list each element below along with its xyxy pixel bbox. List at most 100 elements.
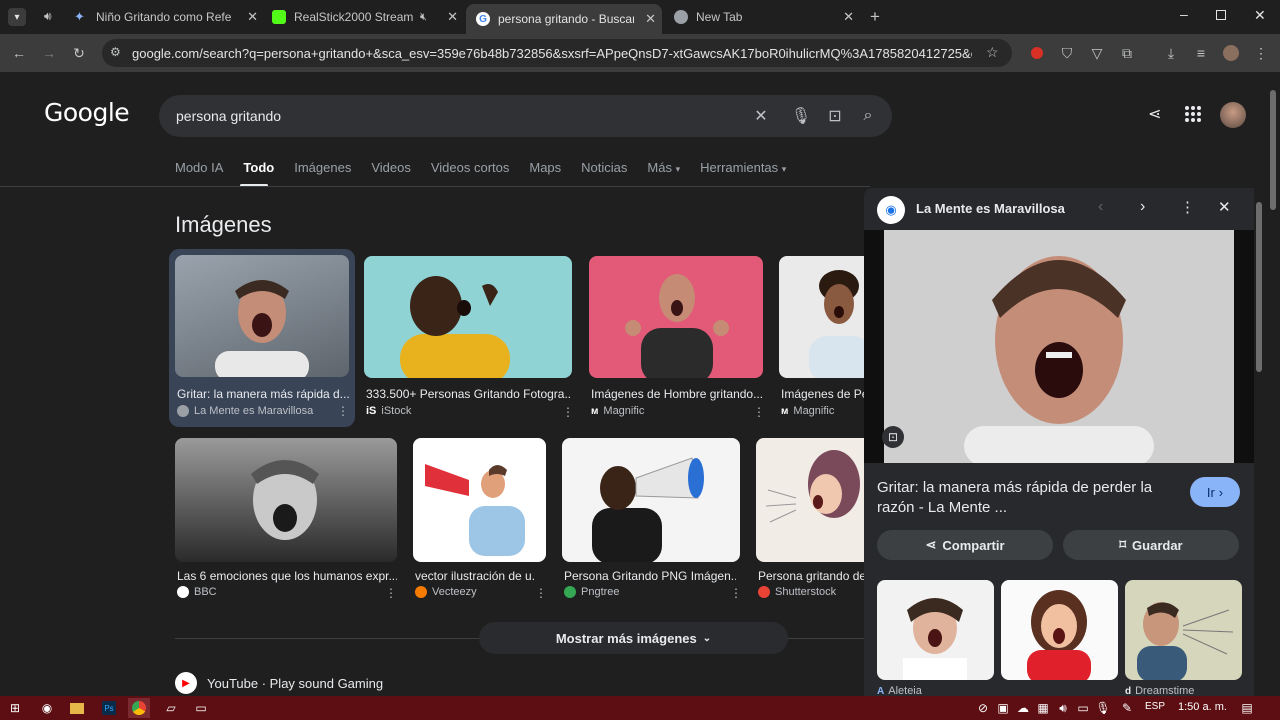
google-logo[interactable]: Google bbox=[44, 98, 130, 127]
image-result[interactable]: vector ilustración de u... Vecteezy ⋮ bbox=[413, 438, 547, 608]
image-caption[interactable]: Persona gritando de bbox=[758, 569, 865, 583]
lens-icon[interactable]: ⊡ bbox=[825, 106, 845, 126]
panel-scrollbar[interactable] bbox=[1256, 202, 1262, 372]
close-icon[interactable]: ✕ bbox=[241, 9, 264, 25]
tab-noticias[interactable]: Noticias bbox=[581, 160, 627, 182]
notifications-icon[interactable]: ▤ bbox=[1236, 698, 1258, 718]
apps-grid-icon[interactable] bbox=[1185, 106, 1201, 122]
image-thumbnail[interactable] bbox=[779, 256, 865, 378]
image-source[interactable]: ᴍ Magnific bbox=[591, 405, 644, 417]
clear-icon[interactable]: ✕ bbox=[751, 106, 771, 126]
image-thumbnail[interactable] bbox=[589, 256, 763, 378]
image-result[interactable]: Las 6 emociones que los humanos expr... … bbox=[175, 438, 397, 608]
address-bar[interactable]: ⚙︎ google.com/search?q=persona+gritando+… bbox=[102, 39, 1012, 67]
filter-icon[interactable]: ▽ bbox=[1088, 44, 1106, 62]
panel-source-name[interactable]: La Mente es Maravillosa bbox=[916, 201, 1065, 216]
search-box[interactable]: persona gritando ✕ 🎙︎ ⊡ ⌕ bbox=[159, 95, 892, 137]
prev-arrow-icon[interactable]: ‹ bbox=[1098, 198, 1103, 216]
youtube-result[interactable]: ▶ YouTube · Play sound Gaming bbox=[175, 672, 383, 694]
file-explorer-icon[interactable] bbox=[66, 698, 88, 718]
search-input[interactable]: persona gritando bbox=[176, 108, 281, 124]
profile-avatar[interactable] bbox=[1222, 44, 1240, 62]
tab-herramientas[interactable]: Herramientas ▾ bbox=[700, 160, 786, 182]
tab-modo-ia[interactable]: Modo IA bbox=[175, 160, 223, 182]
image-thumbnail[interactable] bbox=[175, 438, 397, 562]
microphone-icon[interactable]: 🎙︎ bbox=[791, 106, 811, 126]
close-panel-icon[interactable]: ✕ bbox=[1218, 198, 1231, 216]
shield-icon[interactable]: ⛉ bbox=[1058, 44, 1076, 62]
tab-todo[interactable]: Todo bbox=[243, 160, 274, 182]
more-options-icon[interactable]: ⋮ bbox=[337, 404, 349, 418]
save-button[interactable]: ⌑ Guardar bbox=[1063, 530, 1239, 560]
image-source[interactable]: ᴍ Magnific bbox=[781, 405, 834, 417]
tab-new-tab[interactable]: New Tab ✕ bbox=[674, 4, 860, 30]
tab-persona-gritando[interactable]: G persona gritando - Buscar con Go ✕ bbox=[466, 4, 662, 34]
windows-start-icon[interactable]: ⊞ bbox=[4, 698, 26, 718]
language-indicator[interactable]: ESP bbox=[1145, 701, 1165, 712]
image-caption[interactable]: Imágenes de Pe bbox=[781, 387, 865, 401]
preview-image[interactable]: ⊡ bbox=[864, 230, 1254, 463]
tray-app-icon[interactable]: ✎ bbox=[1116, 698, 1138, 718]
tray-app-icon[interactable]: ▦ bbox=[1032, 698, 1054, 718]
close-icon[interactable]: ✕ bbox=[441, 9, 464, 25]
bookmark-star-icon[interactable]: ☆ bbox=[986, 44, 999, 61]
obs-app-icon[interactable]: ◉ bbox=[36, 698, 58, 718]
image-source[interactable]: Pngtree bbox=[564, 586, 620, 598]
share-button[interactable]: ⋖ Compartir bbox=[877, 530, 1053, 560]
related-source[interactable]: d Dreamstime bbox=[1125, 685, 1194, 696]
download-icon[interactable]: ⤓ bbox=[1162, 44, 1180, 62]
result-source-line[interactable]: YouTube · Play sound Gaming bbox=[207, 676, 383, 691]
menu-kebab-icon[interactable]: ⋮ bbox=[1252, 44, 1270, 62]
tray-app-icon[interactable]: ⊘ bbox=[972, 698, 994, 718]
tab-maps[interactable]: Maps bbox=[529, 160, 561, 182]
tab-videos[interactable]: Videos bbox=[371, 160, 411, 182]
image-result[interactable]: Gritar: la manera más rápida d... La Men… bbox=[169, 249, 355, 427]
minimize-icon[interactable]: – bbox=[1180, 6, 1188, 22]
panel-title[interactable]: Gritar: la manera más rápida de perder l… bbox=[877, 478, 1177, 518]
window-app-icon[interactable]: ▭ bbox=[190, 698, 212, 718]
image-caption[interactable]: 333.500+ Personas Gritando Fotogra... bbox=[366, 387, 572, 401]
page-scrollbar[interactable] bbox=[1270, 90, 1276, 210]
clock[interactable]: 1:50 a. m. bbox=[1178, 701, 1227, 713]
tab-realstick-stream[interactable]: RealStick2000 Stream - Wat 🔇︎ ✕ bbox=[272, 4, 464, 30]
image-source[interactable]: BBC bbox=[177, 586, 217, 598]
network-icon[interactable]: ▭ bbox=[1072, 698, 1094, 718]
related-source[interactable]: A Aleteia bbox=[877, 685, 922, 696]
volume-icon[interactable]: 🔊︎ bbox=[1052, 698, 1074, 718]
image-result[interactable]: Imágenes de Pe ᴍ Magnific bbox=[779, 256, 865, 426]
lens-search-icon[interactable]: ⊡ bbox=[882, 426, 904, 448]
image-thumbnail[interactable] bbox=[562, 438, 740, 562]
maximize-icon[interactable] bbox=[1216, 10, 1226, 20]
media-control-icon[interactable]: ≡ bbox=[1192, 44, 1210, 62]
muted-icon[interactable]: 🔇︎ bbox=[420, 11, 427, 24]
image-source[interactable]: Shutterstock bbox=[758, 586, 836, 598]
image-caption[interactable]: Persona Gritando PNG Imágen... bbox=[564, 569, 736, 583]
image-thumbnail[interactable] bbox=[175, 255, 349, 377]
related-image[interactable] bbox=[1125, 580, 1242, 680]
related-image[interactable] bbox=[1001, 580, 1118, 680]
show-more-images-button[interactable]: Mostrar más imágenes ⌄ bbox=[479, 622, 788, 654]
image-caption[interactable]: Las 6 emociones que los humanos expr... bbox=[177, 569, 397, 583]
extensions-puzzle-icon[interactable]: ⧉ bbox=[1118, 44, 1136, 62]
tab-imagenes[interactable]: Imágenes bbox=[294, 160, 351, 182]
image-source[interactable]: Vecteezy bbox=[415, 586, 477, 598]
image-result[interactable]: Persona gritando de Shutterstock bbox=[756, 438, 865, 608]
speaker-icon[interactable]: 🔊︎ bbox=[44, 9, 52, 24]
close-icon[interactable]: ✕ bbox=[837, 9, 860, 25]
account-avatar[interactable] bbox=[1220, 102, 1246, 128]
next-arrow-icon[interactable]: › bbox=[1140, 198, 1145, 216]
more-options-icon[interactable]: ⋮ bbox=[730, 586, 742, 600]
more-options-icon[interactable]: ⋮ bbox=[535, 586, 547, 600]
microphone-tray-icon[interactable]: 🎙︎ bbox=[1092, 698, 1114, 718]
url-text[interactable]: google.com/search?q=persona+gritando+&sc… bbox=[132, 46, 972, 61]
tray-app-icon[interactable]: ☁ bbox=[1012, 698, 1034, 718]
extension-red-icon[interactable] bbox=[1028, 44, 1046, 62]
app-icon[interactable]: ▱ bbox=[160, 698, 182, 718]
image-result[interactable]: Imágenes de Hombre gritando... ᴍ Magnific… bbox=[589, 256, 765, 426]
new-tab-plus-icon[interactable]: + bbox=[870, 7, 880, 27]
more-options-icon[interactable]: ⋮ bbox=[1180, 198, 1195, 216]
photoshop-icon[interactable]: Ps bbox=[98, 698, 120, 718]
image-source[interactable]: La Mente es Maravillosa bbox=[177, 405, 313, 417]
share-icon[interactable]: ⋖ bbox=[1148, 104, 1161, 124]
close-icon[interactable]: ✕ bbox=[639, 11, 662, 27]
